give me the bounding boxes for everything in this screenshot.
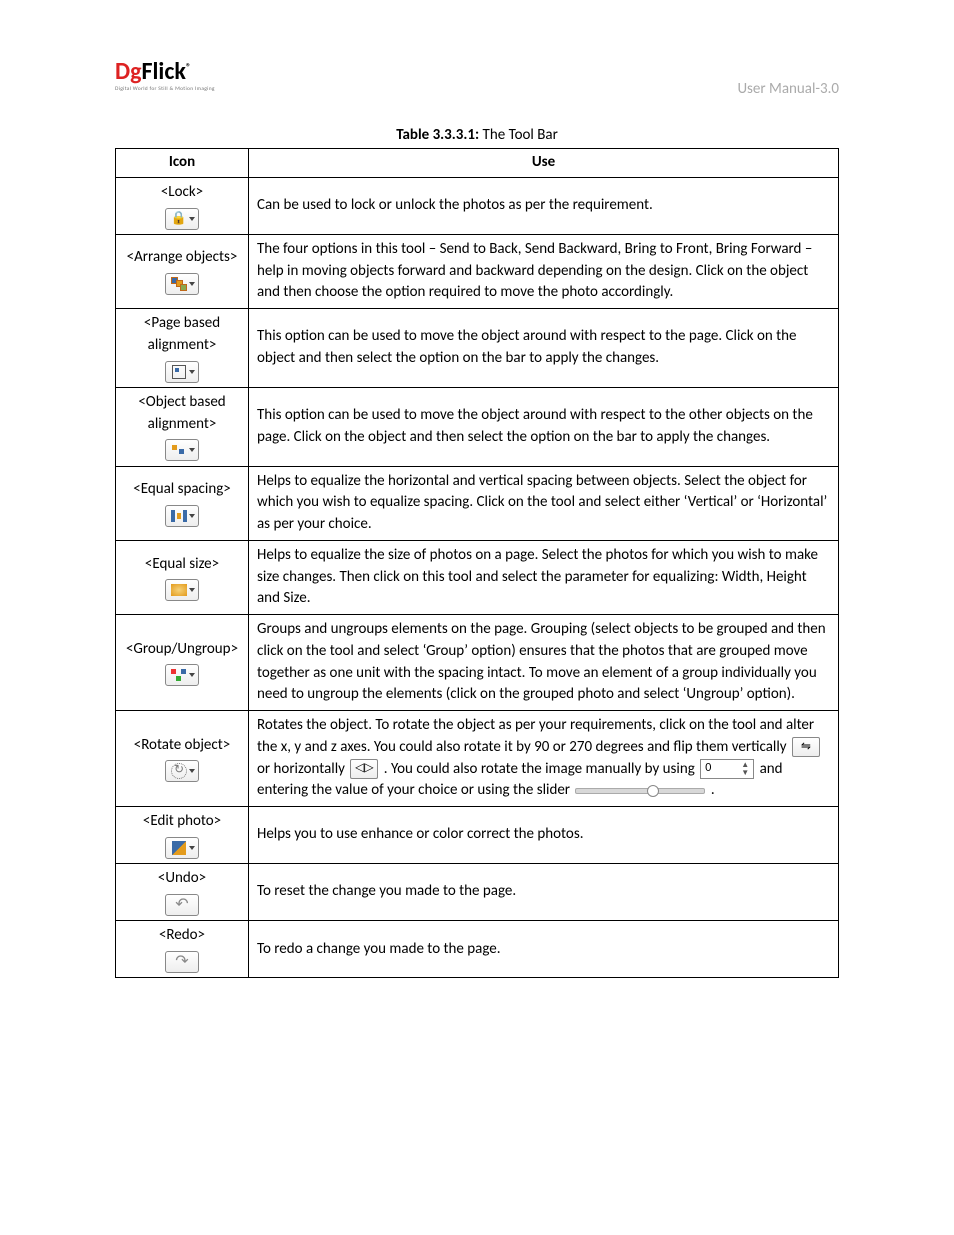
col-icon: Icon [116,149,249,178]
row-label: <Redo> [122,925,242,947]
rotate-text-5: . [711,781,715,799]
table-row: <Equal spacing> Helps to equalize the ho… [116,466,839,540]
undo-icon: ↶ [165,894,199,916]
equal-size-icon [165,579,199,601]
rotate-text-3: . You could also rotate the image manual… [384,760,695,778]
logo-subtitle: Digital World for Still & Motion Imaging [115,86,219,92]
caption-rest: The Tool Bar [479,126,558,144]
rotate-object-icon [165,760,199,782]
flip-vertical-icon: ⇋ [792,737,820,757]
row-use: Can be used to lock or unlock the photos… [249,177,839,234]
group-ungroup-icon [165,664,199,686]
row-use: To reset the change you made to the page… [249,864,839,921]
row-use-rotate: Rotates the object. To rotate the object… [249,711,839,807]
row-label: <Lock> [122,182,242,204]
row-label: <Equal spacing> [122,479,242,501]
row-use: Groups and ungroups elements on the page… [249,615,839,711]
rotate-slider [575,784,705,798]
row-label: <Edit photo> [122,811,242,833]
table-row: <Group/Ungroup> Groups and ungroups elem… [116,615,839,711]
rotate-value-input: 0▲▼ [700,759,754,779]
table-row: <Object based alignment> This option can… [116,387,839,466]
object-align-icon [165,439,199,461]
rotate-text-1: Rotates the object. To rotate the object… [257,716,814,756]
row-label: <Object based alignment> [122,392,242,436]
table-row: <Rotate object> Rotates the object. To r… [116,711,839,807]
row-use: Helps to equalize the size of photos on … [249,540,839,614]
table-caption: Table 3.3.3.1: The Tool Bar [115,126,839,144]
row-use: Helps you to use enhance or color correc… [249,807,839,864]
edit-photo-icon [165,837,199,859]
table-row: <Lock> 🔒 Can be used to lock or unlock t… [116,177,839,234]
arrange-objects-icon [165,273,199,295]
doc-title: User Manual-3.0 [737,80,839,98]
table-row: <Page based alignment> This option can b… [116,309,839,388]
rotate-text-2: or horizontally [257,760,345,778]
row-use: The four options in this tool – Send to … [249,234,839,308]
row-label: <Rotate object> [122,735,242,757]
row-label: <Group/Ungroup> [122,639,242,661]
row-use: This option can be used to move the obje… [249,387,839,466]
flip-horizontal-icon: ◁▷ [350,759,378,779]
lock-icon: 🔒 [165,208,199,230]
row-label: <Arrange objects> [122,247,242,269]
page-align-icon [165,361,199,383]
caption-bold: Table 3.3.3.1: [396,126,479,144]
page-header: DgFlick® Digital World for Still & Motio… [115,60,839,98]
logo: DgFlick® Digital World for Still & Motio… [115,60,219,92]
row-use: This option can be used to move the obje… [249,309,839,388]
redo-icon: ↷ [165,951,199,973]
table-row: <Redo> ↷ To redo a change you made to th… [116,921,839,978]
table-row: <Undo> ↶ To reset the change you made to… [116,864,839,921]
col-use: Use [249,149,839,178]
table-row: <Equal size> Helps to equalize the size … [116,540,839,614]
logo-text: DgFlick® [115,60,219,84]
row-use: Helps to equalize the horizontal and ver… [249,466,839,540]
equal-spacing-icon [165,505,199,527]
row-use: To redo a change you made to the page. [249,921,839,978]
row-label: <Equal size> [122,554,242,576]
row-label: <Page based alignment> [122,313,242,357]
row-label: <Undo> [122,868,242,890]
toolbar-table: Icon Use <Lock> 🔒 Can be used to lock or… [115,148,839,978]
table-row: <Edit photo> Helps you to use enhance or… [116,807,839,864]
table-row: <Arrange objects> The four options in th… [116,234,839,308]
